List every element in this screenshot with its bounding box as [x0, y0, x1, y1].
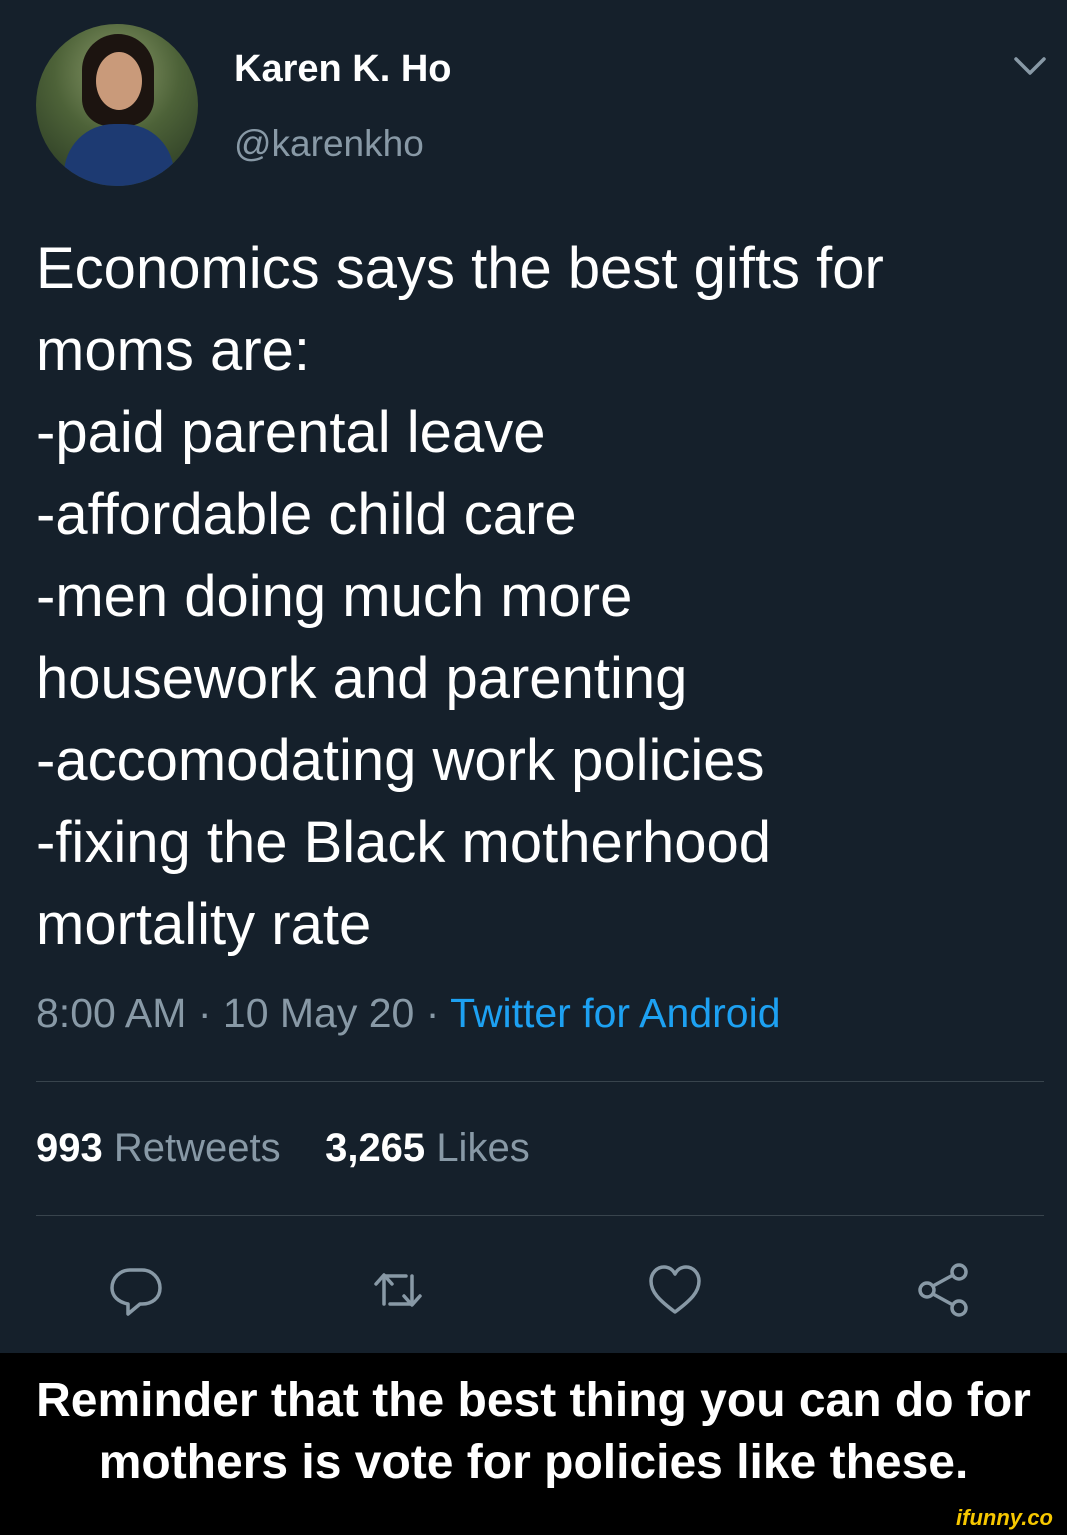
user-handle[interactable]: @karenkho: [234, 123, 424, 165]
reply-icon[interactable]: [108, 1262, 164, 1318]
tweet-line: mortality rate: [36, 892, 372, 957]
retweet-icon[interactable]: [370, 1262, 426, 1318]
tweet-source-link[interactable]: Twitter for Android: [450, 990, 780, 1036]
retweets-count: 993: [36, 1126, 103, 1170]
tweet-card: Karen K. Ho @karenkho Economics says the…: [0, 0, 1067, 1353]
tweet-meta: 8:00 AM · 10 May 20 · Twitter for Androi…: [36, 990, 781, 1037]
caption-line: mothers is vote for policies like these.: [98, 1436, 969, 1489]
tweet-text: Economics says the best gifts for moms a…: [36, 228, 1036, 966]
divider: [36, 1215, 1044, 1216]
meme-caption: Reminder that the best thing you can do …: [0, 1370, 1067, 1494]
tweet-date: 10 May 20: [222, 990, 415, 1036]
ifunny-watermark: ifunny.co: [956, 1505, 1053, 1530]
meta-separator: ·: [425, 990, 440, 1036]
likes-label: Likes: [436, 1126, 530, 1170]
like-icon[interactable]: [647, 1262, 703, 1318]
tweet-line: Economics says the best gifts for: [36, 236, 884, 301]
display-name[interactable]: Karen K. Ho: [234, 48, 451, 91]
tweet-line: -fixing the Black motherhood: [36, 810, 772, 875]
caption-line: Reminder that the best thing you can do …: [36, 1374, 1031, 1427]
tweet-line: -men doing much more: [36, 564, 633, 629]
tweet-time: 8:00 AM: [36, 990, 187, 1036]
likes-count: 3,265: [325, 1126, 426, 1170]
meta-separator: ·: [197, 990, 212, 1036]
share-icon[interactable]: [915, 1262, 971, 1318]
tweet-line: -accomodating work policies: [36, 728, 765, 793]
chevron-down-icon[interactable]: [1012, 54, 1048, 78]
tweet-line: -paid parental leave: [36, 400, 546, 465]
likes-stat[interactable]: 3,265 Likes: [325, 1126, 530, 1170]
avatar[interactable]: [36, 24, 198, 186]
retweets-stat[interactable]: 993 Retweets: [36, 1126, 281, 1170]
engagement-stats: 993 Retweets 3,265 Likes: [36, 1126, 530, 1171]
tweet-line: -affordable child care: [36, 482, 577, 547]
tweet-line: moms are:: [36, 318, 310, 383]
retweets-label: Retweets: [113, 1126, 281, 1170]
tweet-line: housework and parenting: [36, 646, 688, 711]
divider: [36, 1081, 1044, 1082]
